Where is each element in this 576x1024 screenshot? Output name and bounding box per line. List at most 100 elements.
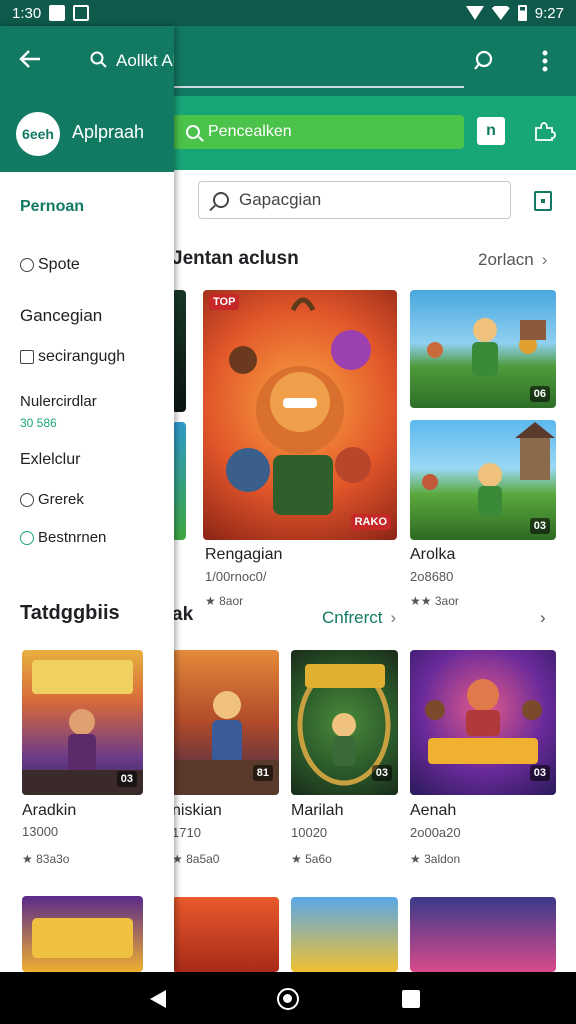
game-card[interactable]: 06 — [410, 290, 556, 408]
game-card[interactable]: 03 — [22, 650, 143, 795]
section-more-link[interactable]: Cnfrerct › — [322, 608, 396, 628]
section-title: ak — [172, 604, 194, 625]
game-card[interactable]: 03 — [291, 650, 398, 795]
game-card-partial[interactable] — [172, 290, 186, 412]
drawer-header: 6eeh Aplpraah — [0, 96, 174, 172]
game-title: Aenah — [410, 802, 457, 819]
drawer-item[interactable]: Exlelclur — [20, 451, 80, 469]
game-card[interactable]: 81 — [172, 650, 279, 795]
view-toggle-label: n — [486, 122, 496, 139]
game-rating: ★ 83a3o — [22, 852, 70, 866]
card-badge: 03 — [529, 518, 550, 534]
game-card[interactable] — [410, 897, 556, 972]
game-card[interactable] — [22, 896, 143, 972]
drawer-item[interactable]: Nulercirdlar — [20, 393, 97, 410]
card-badge: RAKO — [350, 514, 391, 530]
search-underline — [172, 86, 464, 88]
search-input-text: Gapacgian — [239, 190, 322, 209]
extension-icon[interactable] — [530, 117, 558, 145]
game-rating: ★ 3aldon — [410, 852, 461, 866]
section-more-label: Cnfrerct — [322, 608, 383, 627]
drawer-item-label: Bestnrnen — [38, 529, 107, 546]
drawer-item[interactable]: secirangugh — [20, 348, 125, 366]
more-options-icon[interactable] — [532, 48, 558, 74]
status-time-right: 9:27 — [534, 4, 564, 22]
nav-home-icon[interactable] — [277, 988, 299, 1010]
drawer-item[interactable]: Spote — [20, 256, 80, 274]
game-title: Arolka — [410, 546, 456, 563]
document-icon — [20, 350, 34, 364]
app-name: Aplpraah — [72, 122, 145, 142]
screen: 1:30 9:27 Pencealken n Gapacgian Jentan … — [0, 0, 576, 1024]
notification-icon — [49, 5, 66, 21]
view-toggle-button[interactable]: n — [477, 117, 505, 145]
battery-icon — [517, 5, 527, 21]
drawer-item-label: Grerek — [38, 491, 84, 508]
search-icon[interactable] — [472, 48, 498, 74]
section-title: Jentan aclusn — [172, 248, 299, 269]
game-meta: 10020 — [291, 825, 328, 840]
game-rating: ★ 5a6o — [291, 852, 332, 866]
game-card[interactable]: TOP RAKO — [203, 290, 397, 540]
section-more-link[interactable]: 2orlacn › — [478, 250, 547, 270]
signal-icon — [465, 6, 484, 20]
search-input[interactable]: Gapacgian — [198, 181, 511, 219]
card-badge: TOP — [209, 294, 240, 310]
app-logo: 6eeh — [16, 112, 60, 156]
check-circle-icon — [20, 530, 34, 545]
drawer-item-label: secirangugh — [38, 348, 126, 365]
game-card[interactable] — [172, 897, 279, 972]
game-meta: 1/00rnoc0/ — [205, 569, 267, 584]
status-bar: 1:30 9:27 — [0, 0, 576, 26]
chat-icon — [20, 258, 34, 272]
bookmark-icon[interactable] — [534, 191, 552, 211]
game-rating: ★★ 3aor — [410, 594, 459, 608]
chevron-right-icon: › — [541, 250, 548, 269]
status-time-left: 1:30 — [12, 4, 42, 22]
drawer-top-bar: Aollkt Alkanai — [0, 26, 174, 96]
game-art — [32, 918, 133, 958]
info-icon — [20, 492, 34, 507]
back-arrow-icon[interactable] — [18, 48, 42, 77]
nav-recents-icon[interactable] — [402, 990, 420, 1008]
drawer-item-label: Exlelclur — [20, 451, 81, 468]
section-more-label: 2orlacn — [478, 250, 534, 269]
search-icon[interactable] — [90, 51, 108, 74]
drawer-item[interactable]: Pernoan — [20, 198, 84, 216]
game-art — [226, 297, 371, 515]
game-title: Aradkin — [22, 802, 77, 819]
game-meta: 2o00a20 — [410, 825, 461, 840]
filter-pill[interactable]: Pencealken — [172, 115, 464, 149]
game-meta: 1710 — [172, 825, 201, 840]
chevron-right-icon: › — [390, 608, 397, 627]
notification-icon — [73, 5, 90, 21]
search-icon — [213, 192, 229, 208]
system-navigation-bar — [0, 972, 576, 1024]
card-badge: 03 — [116, 771, 137, 787]
drawer-item[interactable]: Bestnrnen — [20, 529, 106, 546]
game-card[interactable] — [291, 897, 398, 972]
game-card[interactable]: 03 — [410, 420, 556, 540]
game-title: niskian — [172, 802, 222, 819]
card-badge: 81 — [252, 765, 273, 781]
game-title: Rengagian — [205, 546, 283, 563]
game-title: Marilah — [291, 802, 344, 819]
drawer-item[interactable]: Gancegian — [20, 306, 102, 326]
chevron-right-icon[interactable]: › — [540, 608, 546, 628]
game-meta: 2o8680 — [410, 569, 454, 584]
card-badge: 06 — [529, 386, 550, 402]
card-badge: 03 — [371, 765, 392, 781]
drawer-section-title: Tatdggbiis — [20, 602, 120, 624]
nav-back-icon[interactable] — [150, 990, 166, 1008]
drawer-item[interactable]: Grerek — [20, 491, 84, 508]
drawer-item-label: Nulercirdlar — [20, 393, 97, 410]
drawer-item-label: Pernoan — [20, 198, 85, 215]
drawer-item-sub: 30 586 — [20, 416, 57, 430]
drawer-item-label: Gancegian — [20, 306, 103, 325]
drawer-item-label: Spote — [38, 256, 80, 273]
wifi-icon — [491, 6, 510, 20]
game-card-partial[interactable] — [172, 422, 186, 540]
game-card[interactable]: 03 — [410, 650, 556, 795]
game-rating: ★ 8a5a0 — [172, 852, 220, 866]
card-badge: 03 — [529, 765, 550, 781]
